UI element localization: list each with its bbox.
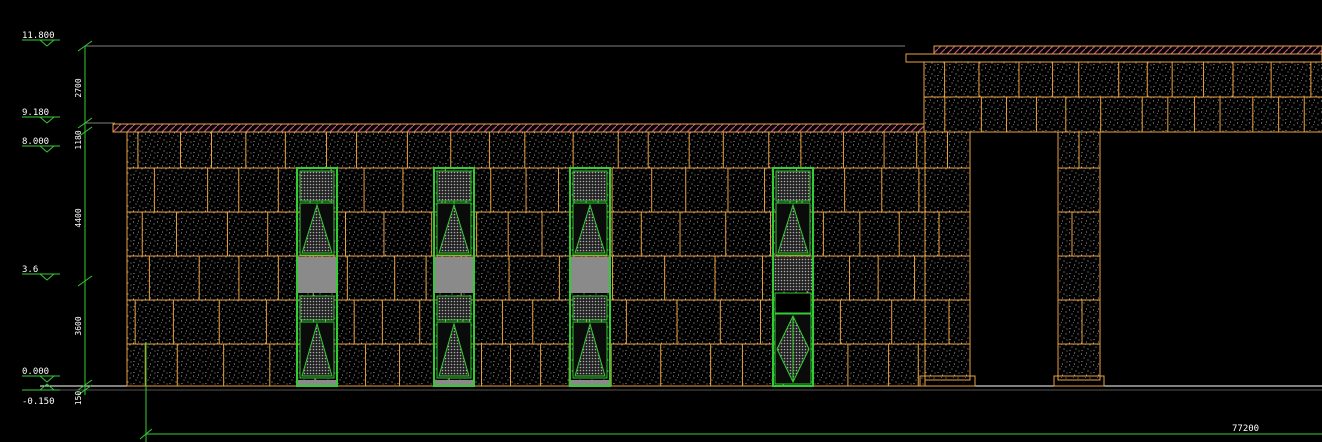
elevation-label-8000: 8.000 xyxy=(22,137,49,147)
window-sill xyxy=(435,380,473,385)
door-transom xyxy=(774,257,812,291)
elevation-label-minus-0150: -0.150 xyxy=(22,397,55,407)
elevation-label-0000: 0.000 xyxy=(22,367,49,377)
elevation-markers xyxy=(22,39,60,391)
window-sill xyxy=(298,380,336,385)
dim-label-2700: 2700 xyxy=(74,78,83,97)
elevation-labels: 11.800 9.180 8.000 3.6 0.000 -0.150 xyxy=(22,31,55,407)
door-window xyxy=(772,167,814,387)
window-2 xyxy=(433,167,475,387)
elevation-drawing: 11.800 9.180 8.000 3.6 0.000 -0.150 2700… xyxy=(22,31,1322,442)
window-pane xyxy=(299,295,335,321)
window-pane xyxy=(572,295,608,321)
column-left xyxy=(919,131,976,387)
window-pane xyxy=(775,170,811,202)
dim-label-1180: 1180 xyxy=(74,130,83,149)
window-pane xyxy=(436,295,472,321)
window-1 xyxy=(296,167,338,387)
window-3 xyxy=(569,167,611,387)
window-grey-panel xyxy=(298,257,336,293)
column-right xyxy=(1053,131,1105,387)
canopy xyxy=(905,45,1322,133)
elevation-label-3-6: 3.6 xyxy=(22,265,38,275)
window-grey-panel xyxy=(571,257,609,293)
door-header xyxy=(774,292,812,314)
dim-label-4400: 4400 xyxy=(74,208,83,227)
dim-label-150: 150 xyxy=(74,391,83,406)
window-pane xyxy=(299,170,335,202)
elevation-label-9180: 9.180 xyxy=(22,108,49,118)
main-roof xyxy=(112,123,926,133)
window-pane xyxy=(436,170,472,202)
elevation-label-11800: 11.800 xyxy=(22,31,55,41)
window-sill xyxy=(571,380,609,385)
overall-dimension-label: 77200 xyxy=(1232,424,1259,434)
window-grey-panel xyxy=(435,257,473,293)
dim-label-3600: 3600 xyxy=(74,316,83,335)
window-pane xyxy=(572,170,608,202)
